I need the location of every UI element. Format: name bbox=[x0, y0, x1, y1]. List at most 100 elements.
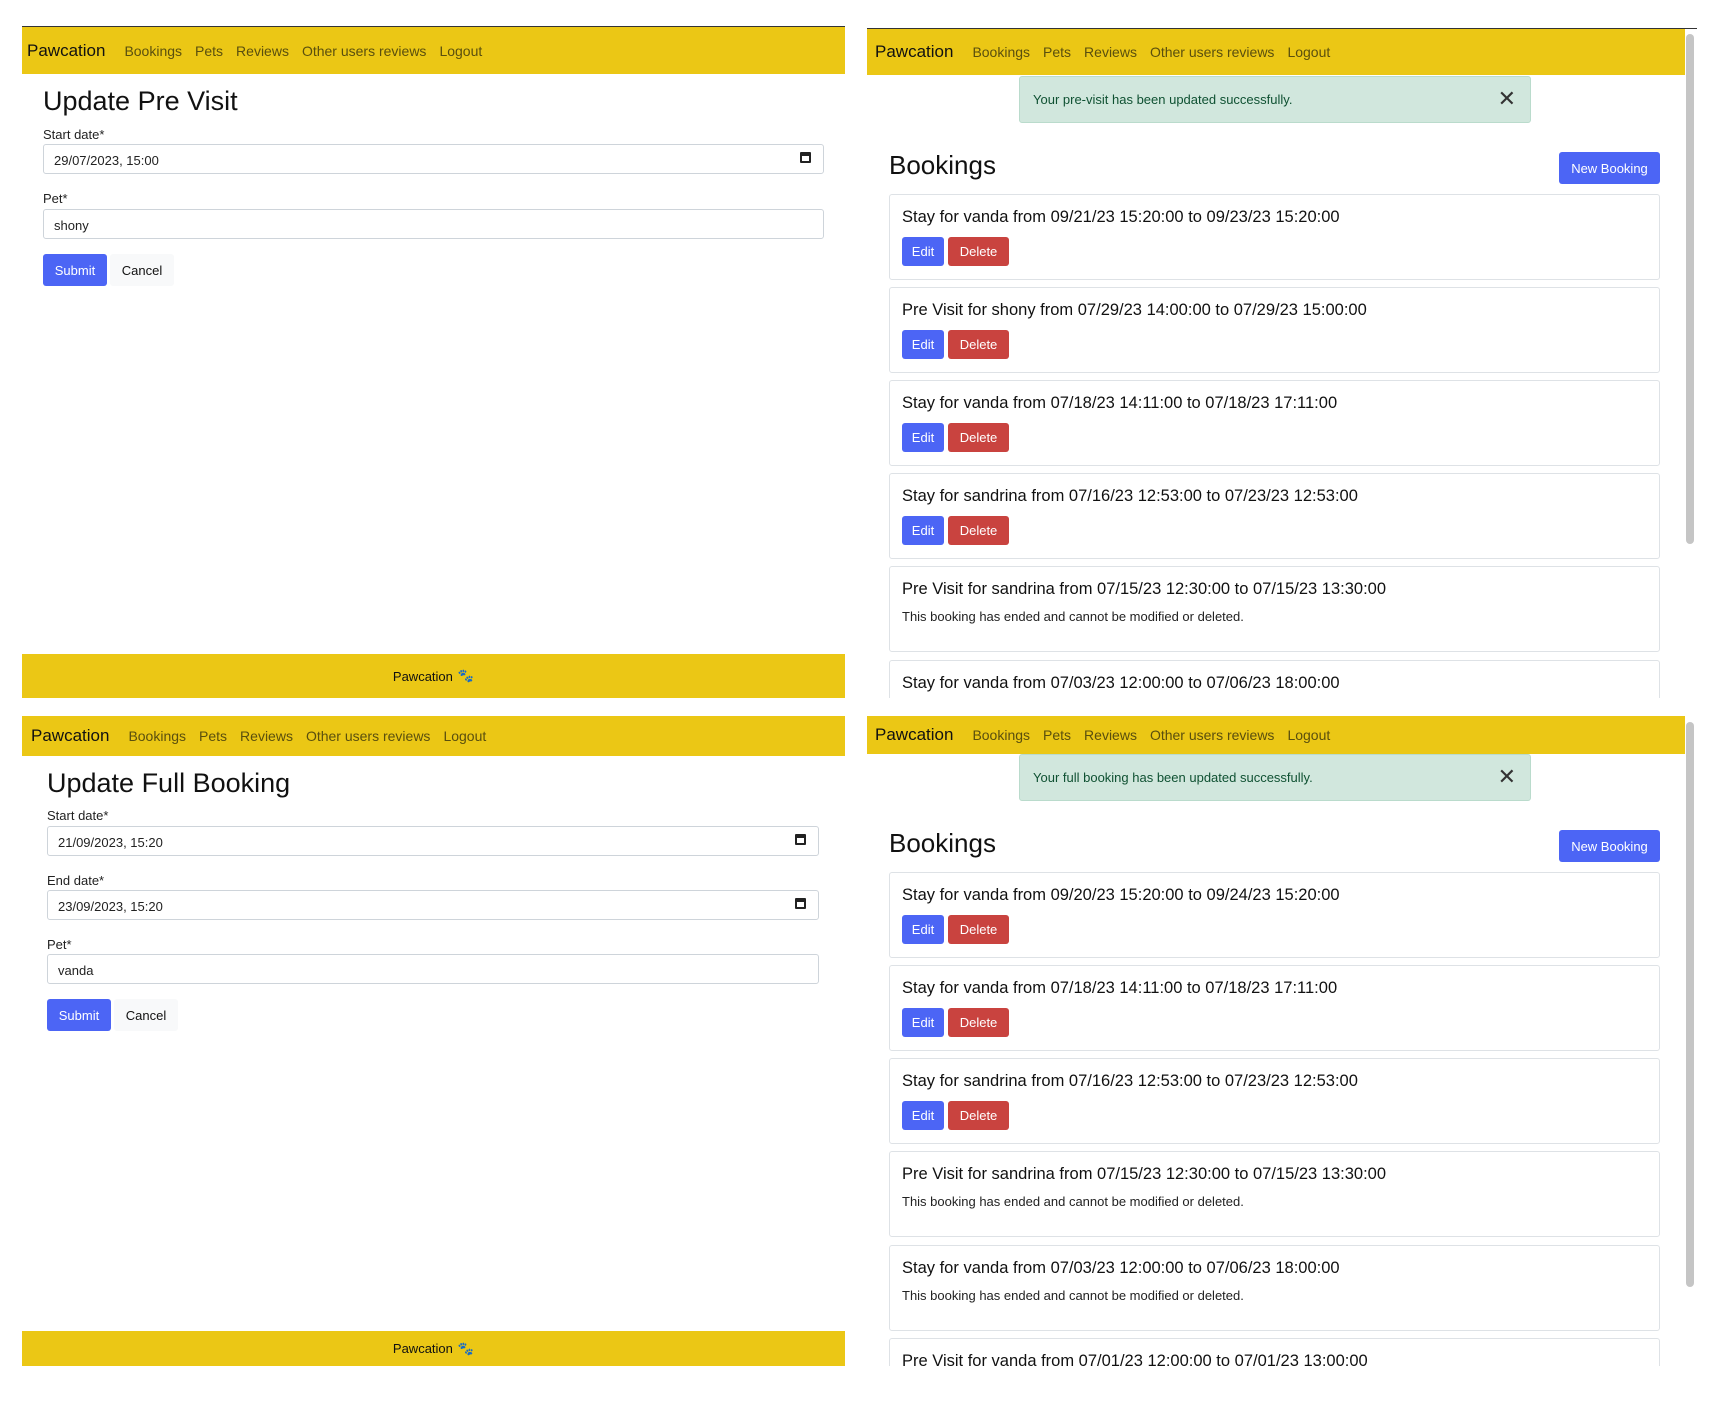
edit-button[interactable]: Edit bbox=[902, 915, 944, 944]
delete-button[interactable]: Delete bbox=[948, 423, 1009, 452]
nav-bookings[interactable]: Bookings bbox=[124, 43, 182, 59]
nav-bookings[interactable]: Bookings bbox=[972, 727, 1030, 743]
pre-visit-form-screen: Pawcation Bookings Pets Reviews Other us… bbox=[22, 26, 845, 698]
paw-icon: 🐾 bbox=[457, 668, 475, 683]
new-booking-button[interactable]: New Booking bbox=[1559, 830, 1660, 862]
page-title: Update Full Booking bbox=[47, 768, 291, 798]
nav-logout[interactable]: Logout bbox=[1287, 44, 1330, 60]
booking-title: Pre Visit for shony from 07/29/23 14:00:… bbox=[902, 301, 1367, 319]
pet-select[interactable]: vanda bbox=[47, 954, 819, 984]
start-date-label: Start date* bbox=[47, 808, 109, 823]
success-alert: Your full booking has been updated succe… bbox=[1019, 754, 1531, 801]
booking-title: Pre Visit for sandrina from 07/15/23 12:… bbox=[902, 580, 1387, 598]
end-date-label: End date* bbox=[47, 873, 105, 888]
nav-other-users-reviews[interactable]: Other users reviews bbox=[306, 728, 430, 744]
brand-link[interactable]: Pawcation bbox=[875, 42, 953, 62]
booking-card: Stay for vanda from 07/18/23 14:11:00 to… bbox=[889, 965, 1660, 1051]
cancel-button[interactable]: Cancel bbox=[114, 999, 178, 1031]
close-icon[interactable]: ✕ bbox=[1498, 766, 1516, 788]
booking-title: Stay for sandrina from 07/16/23 12:53:00… bbox=[902, 1072, 1358, 1090]
end-date-value: 23/09/2023, 15:20 bbox=[58, 899, 163, 914]
ended-note: This booking has ended and cannot be mod… bbox=[902, 609, 1244, 624]
delete-button[interactable]: Delete bbox=[948, 330, 1009, 359]
new-booking-button[interactable]: New Booking bbox=[1559, 152, 1660, 184]
nav-pets[interactable]: Pets bbox=[1043, 727, 1071, 743]
brand-link[interactable]: Pawcation bbox=[27, 41, 105, 61]
nav-reviews[interactable]: Reviews bbox=[1084, 727, 1137, 743]
close-icon[interactable]: ✕ bbox=[1498, 88, 1516, 110]
booking-title: Stay for vanda from 07/18/23 14:11:00 to… bbox=[902, 394, 1338, 412]
nav-other-users-reviews[interactable]: Other users reviews bbox=[302, 43, 426, 59]
calendar-icon[interactable] bbox=[800, 152, 811, 163]
bookings-after-full-booking-screen: Pawcation Bookings Pets Reviews Other us… bbox=[867, 716, 1697, 1366]
footer: Pawcation 🐾 bbox=[22, 1331, 845, 1366]
edit-button[interactable]: Edit bbox=[902, 1008, 944, 1037]
booking-card: Stay for vanda from 07/03/23 12:00:00 to… bbox=[889, 660, 1660, 698]
brand-link[interactable]: Pawcation bbox=[875, 725, 953, 745]
nav-pets[interactable]: Pets bbox=[199, 728, 227, 744]
scrollbar[interactable] bbox=[1686, 722, 1694, 1287]
edit-button[interactable]: Edit bbox=[902, 516, 944, 545]
booking-card: Stay for sandrina from 07/16/23 12:53:00… bbox=[889, 1058, 1660, 1144]
brand-link[interactable]: Pawcation bbox=[31, 726, 109, 746]
nav-bookings[interactable]: Bookings bbox=[128, 728, 186, 744]
booking-card: Pre Visit for vanda from 07/01/23 12:00:… bbox=[889, 1338, 1660, 1366]
edit-button[interactable]: Edit bbox=[902, 423, 944, 452]
booking-card: Stay for vanda from 09/20/23 15:20:00 to… bbox=[889, 872, 1660, 958]
footer-brand: Pawcation bbox=[392, 1341, 453, 1356]
nav-logout[interactable]: Logout bbox=[439, 43, 482, 59]
bookings-title: Bookings bbox=[889, 828, 996, 858]
delete-button[interactable]: Delete bbox=[948, 237, 1009, 266]
nav-bookings[interactable]: Bookings bbox=[972, 44, 1030, 60]
pet-label: Pet* bbox=[47, 937, 72, 952]
end-date-input[interactable]: 23/09/2023, 15:20 bbox=[47, 890, 819, 920]
paw-icon: 🐾 bbox=[457, 1340, 475, 1356]
footer-brand: Pawcation bbox=[392, 668, 453, 684]
submit-button[interactable]: Submit bbox=[47, 999, 111, 1031]
delete-button[interactable]: Delete bbox=[948, 516, 1009, 545]
footer: Pawcation 🐾 bbox=[22, 654, 845, 698]
edit-button[interactable]: Edit bbox=[902, 237, 944, 266]
alert-message: Your full booking has been updated succe… bbox=[1033, 770, 1313, 785]
delete-button[interactable]: Delete bbox=[948, 915, 1009, 944]
nav-logout[interactable]: Logout bbox=[443, 728, 486, 744]
navbar: Pawcation Bookings Pets Reviews Other us… bbox=[867, 29, 1685, 75]
delete-button[interactable]: Delete bbox=[948, 1008, 1009, 1037]
booking-title: Pre Visit for sandrina from 07/15/23 12:… bbox=[902, 1165, 1387, 1183]
success-alert: Your pre-visit has been updated successf… bbox=[1019, 76, 1531, 123]
calendar-icon[interactable] bbox=[795, 898, 806, 909]
start-date-input[interactable]: 29/07/2023, 15:00 bbox=[43, 144, 824, 174]
nav-reviews[interactable]: Reviews bbox=[236, 43, 289, 59]
nav-other-users-reviews[interactable]: Other users reviews bbox=[1150, 727, 1274, 743]
booking-card: Stay for vanda from 07/03/23 12:00:00 to… bbox=[889, 1245, 1660, 1331]
start-date-label: Start date* bbox=[43, 127, 105, 142]
calendar-icon[interactable] bbox=[795, 834, 806, 845]
start-date-input[interactable]: 21/09/2023, 15:20 bbox=[47, 826, 819, 856]
nav-logout[interactable]: Logout bbox=[1287, 727, 1330, 743]
bookings-title: Bookings bbox=[889, 150, 996, 180]
pet-label: Pet* bbox=[43, 191, 68, 206]
delete-button[interactable]: Delete bbox=[948, 1101, 1009, 1130]
submit-button[interactable]: Submit bbox=[43, 254, 107, 286]
nav-pets[interactable]: Pets bbox=[1043, 44, 1071, 60]
pet-value: shony bbox=[54, 218, 89, 233]
nav-pets[interactable]: Pets bbox=[195, 43, 223, 59]
start-date-value: 29/07/2023, 15:00 bbox=[54, 153, 159, 168]
scrollbar[interactable] bbox=[1686, 34, 1694, 544]
booking-title: Pre Visit for vanda from 07/01/23 12:00:… bbox=[902, 1352, 1368, 1366]
navbar: Pawcation Bookings Pets Reviews Other us… bbox=[22, 27, 845, 74]
nav-reviews[interactable]: Reviews bbox=[240, 728, 293, 744]
nav-other-users-reviews[interactable]: Other users reviews bbox=[1150, 44, 1274, 60]
pet-select[interactable]: shony bbox=[43, 209, 824, 239]
booking-card: Stay for vanda from 09/21/23 15:20:00 to… bbox=[889, 194, 1660, 280]
booking-card: Stay for vanda from 07/18/23 14:11:00 to… bbox=[889, 380, 1660, 466]
edit-button[interactable]: Edit bbox=[902, 330, 944, 359]
cancel-button[interactable]: Cancel bbox=[110, 254, 174, 286]
page-title: Update Pre Visit bbox=[43, 86, 238, 116]
edit-button[interactable]: Edit bbox=[902, 1101, 944, 1130]
booking-title: Stay for vanda from 07/03/23 12:00:00 to… bbox=[902, 674, 1340, 692]
nav-reviews[interactable]: Reviews bbox=[1084, 44, 1137, 60]
bookings-after-pre-visit-screen: Pawcation Bookings Pets Reviews Other us… bbox=[867, 28, 1697, 698]
booking-card: Pre Visit for shony from 07/29/23 14:00:… bbox=[889, 287, 1660, 373]
start-date-value: 21/09/2023, 15:20 bbox=[58, 835, 163, 850]
